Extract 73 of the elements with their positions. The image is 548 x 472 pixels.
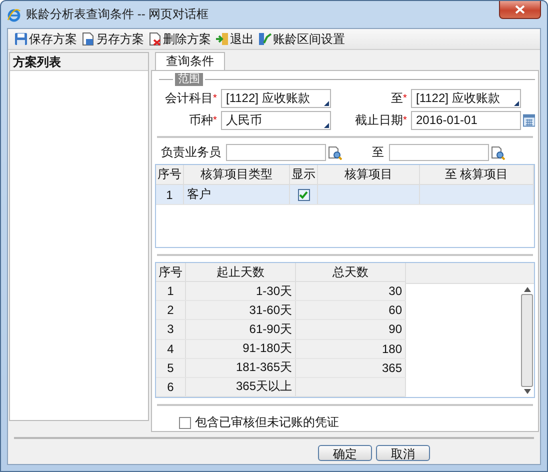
input-field[interactable]: 2016-01-01 [411,111,521,130]
table-cell: 5 [156,358,186,377]
field-label: 截止日期 [354,112,403,129]
checkbox[interactable] [298,188,310,200]
tab[interactable]: 查询条件 [155,52,225,70]
table-cell: 181-365天 [186,358,296,377]
table-cell: 365 [296,358,406,377]
table-cell: 1 [156,185,184,204]
group-legend: 范围 [175,73,203,86]
table-cell: 2 [156,301,186,320]
toolbar-button[interactable]: 保存方案 [14,30,77,48]
column-header: 起止天数 [186,263,296,282]
delete-document-icon [148,32,162,46]
field-label: 币种 [188,112,213,129]
table-cell: 61-90天 [186,320,296,339]
table-cell: 60 [296,301,406,320]
table-cell: 91-180天 [186,340,296,358]
floppy-icon [14,32,28,46]
required-mark: * [213,93,218,104]
scroll-up-icon[interactable] [524,287,530,292]
table-cell: 客户 [184,185,290,204]
lookup-icon[interactable] [328,146,342,160]
input-field[interactable] [226,144,326,161]
panel-title: 方案列表 [10,53,148,71]
table-cell: 180 [296,340,406,358]
field-label: 至 [371,144,385,161]
table-cell: 1-30天 [186,282,296,300]
close-icon [515,5,525,14]
column-header: 核算项目类型 [184,165,290,184]
exit-icon [215,32,229,46]
checkbox[interactable] [179,416,191,428]
toolbar-button[interactable]: 账龄区间设置 [258,30,345,48]
browser-icon [7,8,21,22]
input-field[interactable] [389,144,489,161]
field-label: 负责业务员 [160,144,222,161]
column-header: 显示 [290,165,318,184]
column-header: 至 核算项目 [420,165,534,184]
column-header: 核算项目 [318,165,420,184]
input-field[interactable]: [1122] 应收账款 [221,89,331,108]
table-cell: 6 [156,378,186,396]
table-cell: 365天以上 [186,378,296,396]
dropdown-corner-icon [324,123,329,128]
scroll-down-icon[interactable] [524,389,530,394]
table-cell: 30 [296,282,406,300]
input-field[interactable]: [1122] 应收账款 [411,89,521,108]
table-cell: 31-60天 [186,301,296,320]
required-mark: * [403,115,408,126]
column-header: 序号 [156,165,184,184]
required-mark: * [403,93,408,104]
toolbar-button[interactable]: 另存方案 [81,30,144,48]
dialog-button[interactable]: 确定 [318,445,372,461]
input-field[interactable]: 人民币 [221,111,331,130]
document-icon [81,32,95,46]
close-button[interactable] [499,1,541,19]
dropdown-corner-icon [324,101,329,106]
toolbar-button[interactable]: 退出 [215,30,254,48]
calendar-icon[interactable] [522,114,535,127]
lookup-icon[interactable] [491,146,505,160]
toolbar-button[interactable]: 删除方案 [148,30,211,48]
field-label: 会计科目 [164,90,213,107]
table-cell: 1 [156,282,186,300]
table-cell: 4 [156,340,186,358]
column-header: 序号 [156,263,186,282]
chart-icon [258,32,272,46]
window-title: 账龄分析表查询条件 -- 网页对话框 [26,6,209,23]
table-row[interactable]: 1 客户 [156,185,534,205]
field-label: 至 [390,90,403,107]
checkbox-label: 包含已审核但未记账的凭证 [195,414,339,431]
table-cell: 90 [296,320,406,339]
table-cell: 3 [156,320,186,339]
dialog-button[interactable]: 取消 [376,445,430,461]
required-mark: * [213,115,218,126]
dropdown-corner-icon [514,101,519,106]
